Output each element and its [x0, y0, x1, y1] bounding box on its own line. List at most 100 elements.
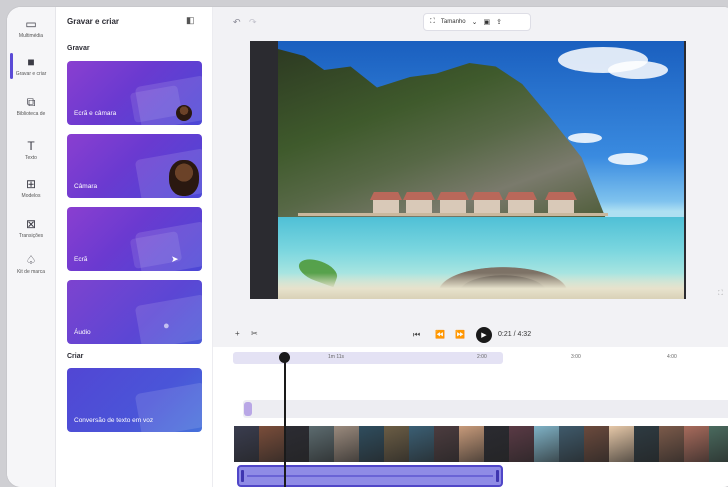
- video-frame-thumbnail: [234, 426, 259, 462]
- editor-main: ↶ ↷ ⛶ Tamanho ⌄ ▣ ⇪ ⛶ + ✂ ⏮ ⏪ ⏩ ▶ 0:21 /…: [213, 7, 728, 487]
- card-camera[interactable]: Câmara: [67, 134, 202, 198]
- video-frame-thumbnail: [709, 426, 728, 462]
- card-label: Conversão de texto em voz: [74, 417, 154, 424]
- record-create-panel: Gravar e criar ◧ Gravar Ecrã e câmara Câ…: [56, 7, 213, 487]
- split-icon[interactable]: ✂: [251, 329, 258, 338]
- card-label: Câmara: [74, 183, 98, 190]
- video-frame-thumbnail: [384, 426, 409, 462]
- microphone-icon: ●: [163, 320, 170, 332]
- avatar: [176, 105, 192, 121]
- card-text-to-speech[interactable]: Conversão de texto em voz: [67, 368, 202, 432]
- rewind-icon[interactable]: ⏪: [435, 330, 445, 339]
- video-frame-thumbnail: [484, 426, 509, 462]
- card-screen[interactable]: ➤ Ecrã: [67, 207, 202, 271]
- clip-handle-right[interactable]: [496, 470, 499, 482]
- video-track[interactable]: [234, 426, 728, 462]
- folder-icon: ▭: [25, 17, 37, 31]
- ruler-label: 3:00: [571, 354, 581, 360]
- play-icon: ▶: [481, 332, 487, 339]
- camera-icon: ■: [27, 55, 35, 69]
- transitions-icon: ⊠: [25, 217, 37, 231]
- left-rail: ▭ Multimédia ■ Gravar e criar ⧉ Bibliote…: [7, 7, 56, 487]
- video-frame-thumbnail: [309, 426, 334, 462]
- card-decoration: [134, 382, 202, 432]
- ruler-label: 4:00: [667, 354, 677, 360]
- playhead-line[interactable]: [284, 358, 286, 487]
- overlay-clip[interactable]: [244, 402, 252, 416]
- card-screen-camera[interactable]: Ecrã e câmara: [67, 61, 202, 125]
- video-frame-thumbnail: [459, 426, 484, 462]
- time-readout: 0:21 / 4:32: [498, 331, 532, 338]
- rail-item-label: Biblioteca de: [16, 111, 46, 117]
- bungalows: [368, 191, 598, 215]
- chevron-down-icon[interactable]: ⌄: [472, 18, 478, 26]
- redo-icon[interactable]: ↷: [249, 17, 257, 28]
- forward-icon[interactable]: ⏩: [455, 330, 465, 339]
- video-frame-thumbnail: [659, 426, 684, 462]
- aspect-toolbar: ⛶ Tamanho ⌄ ▣ ⇪: [423, 13, 531, 31]
- ruler-label: 1m 11s: [328, 354, 345, 360]
- clip-handle-left[interactable]: [241, 470, 244, 482]
- templates-icon: ⊞: [25, 177, 37, 191]
- rail-item-record-create[interactable]: ■ Gravar e criar: [7, 55, 55, 77]
- card-label: Ecrã e câmara: [74, 110, 117, 117]
- fullscreen-icon[interactable]: ⛶: [718, 290, 723, 298]
- card-label: Áudio: [74, 329, 91, 336]
- pier: [298, 213, 608, 216]
- video-preview[interactable]: [250, 41, 686, 299]
- video-frame-thumbnail: [359, 426, 384, 462]
- ruler-selection[interactable]: [233, 352, 503, 364]
- cursor-icon: ➤: [171, 254, 179, 264]
- rail-item-multimedia[interactable]: ▭ Multimédia: [7, 17, 55, 39]
- app-window: ▭ Multimédia ■ Gravar e criar ⧉ Bibliote…: [7, 7, 728, 487]
- rail-item-label: Modelos: [21, 193, 41, 199]
- ruler-label: 2:00: [477, 354, 487, 360]
- avatar: [169, 160, 199, 196]
- video-frame-thumbnail: [534, 426, 559, 462]
- section-create-heading: Criar: [67, 353, 84, 360]
- rail-item-templates[interactable]: ⊞ Modelos: [7, 177, 55, 199]
- video-frame-thumbnail: [634, 426, 659, 462]
- brand-kit-icon: ♤: [25, 253, 37, 267]
- video-frame-thumbnail: [584, 426, 609, 462]
- rail-item-brand-kit[interactable]: ♤ Kit de marca: [7, 253, 55, 275]
- cloud-shape: [608, 61, 668, 79]
- play-button[interactable]: ▶: [476, 327, 492, 343]
- video-frame-thumbnail: [334, 426, 359, 462]
- cloud-shape: [608, 153, 648, 165]
- size-dropdown[interactable]: Tamanho: [441, 19, 466, 25]
- video-frame-thumbnail: [409, 426, 434, 462]
- rail-item-label: Transições: [18, 233, 44, 239]
- rail-item-label: Gravar e criar: [15, 71, 47, 77]
- video-frame-thumbnail: [509, 426, 534, 462]
- media-icon[interactable]: ▣: [483, 18, 490, 26]
- skip-back-icon[interactable]: ⏮: [413, 330, 420, 340]
- text-icon: T: [27, 139, 35, 153]
- export-icon[interactable]: ⇪: [496, 18, 502, 26]
- overlay-track[interactable]: [243, 400, 728, 418]
- rail-item-library[interactable]: ⧉ Biblioteca de: [7, 94, 55, 118]
- rail-item-label: Texto: [25, 155, 37, 161]
- undo-icon[interactable]: ↶: [233, 17, 241, 28]
- video-frame-thumbnail: [684, 426, 709, 462]
- preview-image: [278, 41, 684, 299]
- library-icon: ⧉: [26, 94, 36, 109]
- video-frame-thumbnail: [259, 426, 284, 462]
- rail-item-label: Kit de marca: [16, 269, 46, 275]
- beach: [278, 273, 684, 299]
- collapse-panel-icon[interactable]: ◧: [186, 15, 195, 26]
- playhead-handle[interactable]: [279, 352, 290, 363]
- card-audio[interactable]: ● Áudio: [67, 280, 202, 344]
- card-label: Ecrã: [74, 256, 88, 263]
- aspect-ratio-icon: ⛶: [430, 18, 435, 25]
- video-frame-thumbnail: [559, 426, 584, 462]
- panel-title: Gravar e criar: [67, 17, 120, 26]
- rail-item-text[interactable]: T Texto: [7, 139, 55, 161]
- cloud-shape: [568, 133, 602, 143]
- add-icon[interactable]: +: [235, 329, 240, 338]
- rail-item-label: Multimédia: [18, 33, 44, 39]
- rail-item-transitions[interactable]: ⊠ Transições: [7, 217, 55, 239]
- section-record-heading: Gravar: [67, 45, 90, 52]
- video-frame-thumbnail: [284, 426, 309, 462]
- audio-clip[interactable]: [237, 465, 503, 487]
